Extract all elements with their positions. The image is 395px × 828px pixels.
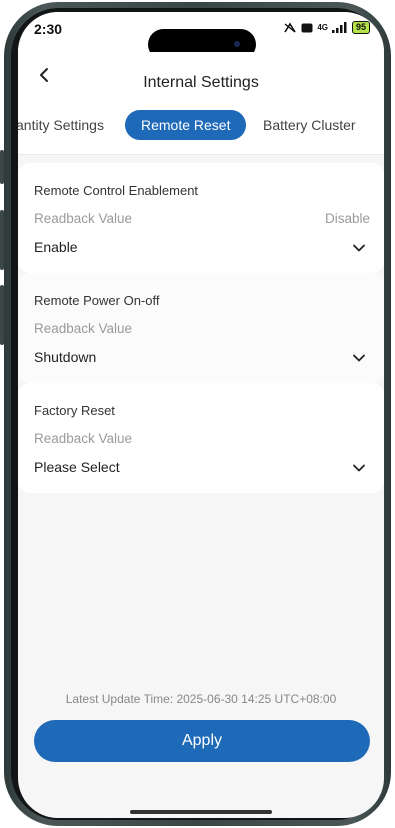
tab-quantity-settings[interactable]: antity Settings — [18, 117, 104, 133]
remote-power-select[interactable]: Shutdown — [34, 349, 96, 365]
page-title: Internal Settings — [143, 74, 259, 91]
factory-reset-card: Factory Reset Readback Value Please Sele… — [18, 383, 384, 493]
hd-icon — [301, 23, 313, 32]
readback-label: Readback Value — [34, 211, 133, 226]
readback-label: Readback Value — [34, 321, 133, 336]
battery-icon: 95 — [351, 21, 370, 34]
remote-control-select[interactable]: Enable — [34, 239, 78, 255]
latest-update-time: Latest Update Time: 2025-06-30 14:25 UTC… — [65, 692, 337, 706]
tab-remote-reset[interactable]: Remote Reset — [125, 110, 247, 140]
remote-power-card: Remote Power On-off Readback Value Shutd… — [18, 273, 384, 383]
volume-down-button — [0, 285, 4, 345]
tab-bar[interactable]: antity Settings Remote Reset Battery Clu… — [18, 100, 384, 155]
remote-control-enablement-card: Remote Control Enablement Readback Value… — [18, 163, 384, 273]
readback-label: Readback Value — [34, 431, 133, 446]
camera-icon — [234, 41, 240, 47]
readback-value: Disable — [324, 211, 370, 226]
home-indicator[interactable] — [130, 810, 272, 814]
chevron-down-icon[interactable] — [352, 351, 366, 365]
nfc-icon — [284, 21, 296, 33]
tab-battery-cluster[interactable]: Battery Cluster — [263, 117, 356, 133]
apply-button[interactable]: Apply — [34, 720, 370, 762]
setting-label: Remote Power On-off — [34, 293, 160, 308]
status-time: 2:30 — [34, 21, 63, 37]
factory-reset-select[interactable]: Please Select — [34, 459, 120, 475]
setting-label: Factory Reset — [34, 403, 115, 418]
mute-switch — [0, 150, 4, 184]
status-icons: 4G 95 — [283, 21, 370, 34]
signal-icon — [331, 22, 347, 33]
nav-bar: Internal Settings — [18, 52, 384, 100]
network-type: 4G — [317, 23, 328, 32]
volume-up-button — [0, 210, 4, 270]
chevron-down-icon[interactable] — [352, 461, 366, 475]
setting-label: Remote Control Enablement — [34, 183, 199, 198]
chevron-down-icon[interactable] — [352, 241, 366, 255]
app-screen: 2:30 4G 95 Internal Settings antity Sett… — [18, 12, 384, 818]
